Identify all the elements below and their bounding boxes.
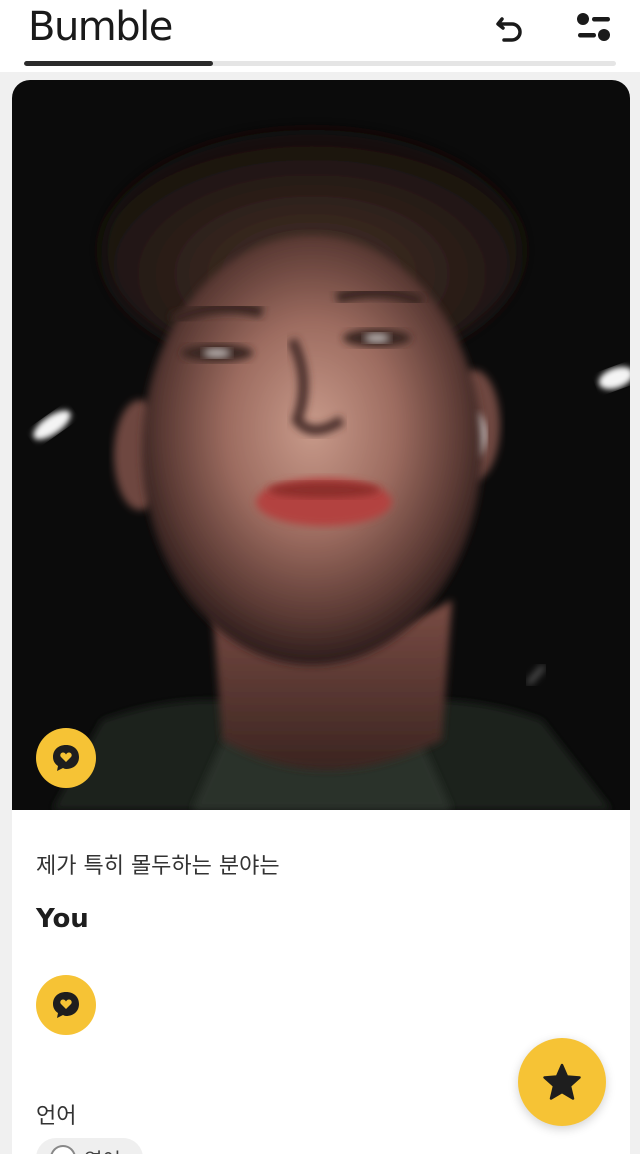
- photo-comment-button[interactable]: [36, 728, 96, 788]
- superswipe-button[interactable]: [518, 1038, 606, 1126]
- filter-icon: [577, 13, 610, 41]
- languages-title: 언어: [36, 1104, 77, 1129]
- chat-bubble-heart-icon: [53, 992, 79, 1018]
- undo-icon: [496, 17, 522, 42]
- prompt-question: 제가 특히 몰두하는 분야는: [36, 854, 280, 879]
- language-chip: 영어: [36, 1138, 143, 1154]
- globe-icon: [50, 1145, 76, 1154]
- star-icon: [543, 1063, 581, 1100]
- photo-progress-fill: [24, 61, 214, 66]
- app-logo: Bumble: [28, 4, 173, 50]
- language-chip-label: 영어: [84, 1144, 121, 1154]
- profile-photo-image: [12, 80, 630, 810]
- chat-bubble-heart-icon: [53, 745, 79, 771]
- prompt-comment-button[interactable]: [36, 975, 96, 1035]
- profile-photo[interactable]: [12, 80, 630, 810]
- photo-progress-bar: [24, 61, 616, 66]
- undo-button[interactable]: [490, 8, 530, 48]
- top-bar: Bumble: [0, 0, 640, 72]
- bumble-app: Bumble 제가 특히 몰두하는 분야는 You 언어: [0, 0, 640, 1154]
- filter-button[interactable]: [574, 8, 614, 48]
- profile-card[interactable]: 제가 특히 몰두하는 분야는 You 언어 영어: [12, 80, 630, 1154]
- prompt-answer: You: [36, 904, 89, 934]
